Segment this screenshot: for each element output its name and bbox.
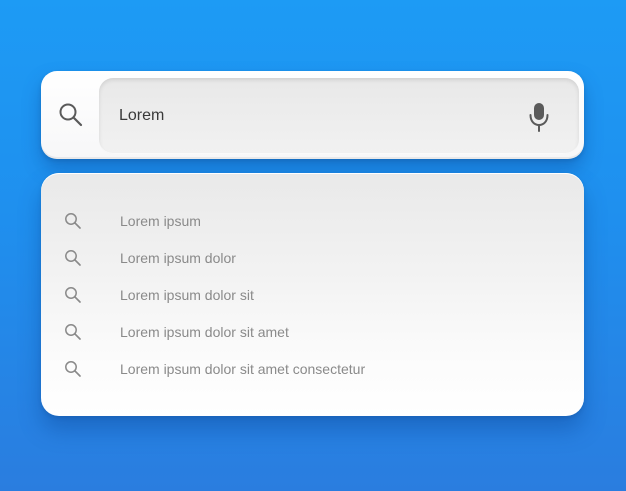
suggestion-item[interactable]: Lorem ipsum: [41, 206, 584, 236]
suggestion-item[interactable]: Lorem ipsum dolor sit: [41, 280, 584, 310]
suggestion-label: Lorem ipsum dolor sit: [120, 287, 254, 303]
suggestion-label: Lorem ipsum dolor sit amet consectetur: [120, 361, 366, 377]
search-input[interactable]: [119, 102, 499, 130]
suggestion-item[interactable]: Lorem ipsum dolor: [41, 243, 584, 273]
suggestion-item[interactable]: Lorem ipsum dolor sit amet: [41, 317, 584, 347]
suggestion-label: Lorem ipsum: [120, 213, 201, 229]
search-icon: [64, 360, 82, 378]
search-bar: [41, 71, 584, 159]
suggestion-item[interactable]: Lorem ipsum dolor sit amet consectetur: [41, 354, 584, 384]
search-icon[interactable]: [58, 102, 84, 128]
microphone-icon[interactable]: [527, 101, 551, 133]
search-icon: [64, 286, 82, 304]
search-icon: [64, 323, 82, 341]
suggestions-dropdown: Lorem ipsum Lorem ipsum dolor Lorem ipsu…: [41, 173, 584, 416]
suggestion-label: Lorem ipsum dolor sit amet: [120, 324, 289, 340]
suggestion-label: Lorem ipsum dolor: [120, 250, 236, 266]
search-icon: [64, 212, 82, 230]
search-field[interactable]: [99, 78, 579, 154]
search-icon: [64, 249, 82, 267]
